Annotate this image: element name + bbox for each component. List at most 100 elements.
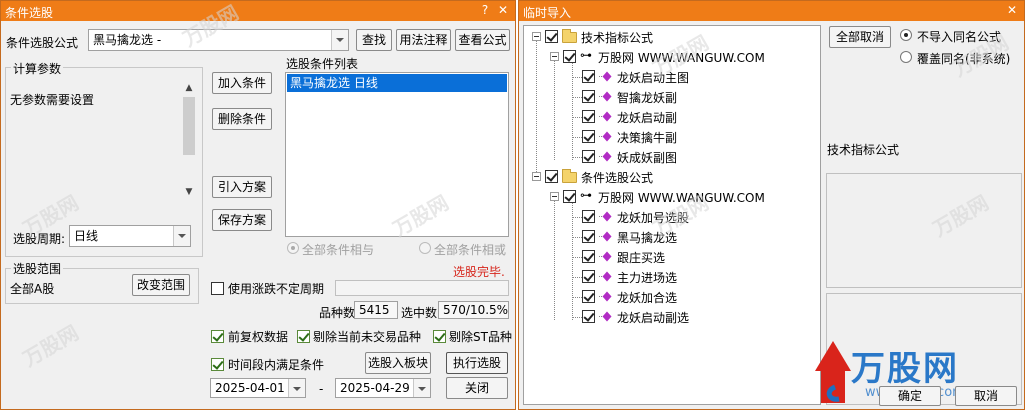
date-from-chevron-icon[interactable] bbox=[288, 379, 305, 397]
tree-item-checkbox[interactable] bbox=[582, 230, 595, 243]
help-icon[interactable]: ? bbox=[477, 3, 493, 18]
tree-item-label: 跟庄买选 bbox=[617, 251, 666, 265]
add-condition-button[interactable]: 加入条件 bbox=[212, 72, 272, 94]
formula-diamond-icon bbox=[599, 91, 612, 102]
execute-select-button[interactable]: 执行选股 bbox=[446, 352, 508, 374]
left-title-bar: 条件选股 ? ✕ bbox=[1, 1, 515, 21]
usage-button[interactable]: 用法注释 bbox=[396, 29, 451, 51]
tree-item-label: 龙妖启动副选 bbox=[617, 311, 690, 325]
ok-button[interactable]: 确定 bbox=[879, 386, 941, 406]
logo-text: 万股网 bbox=[851, 349, 959, 389]
key-icon: ⊶ bbox=[580, 188, 592, 202]
no-import-radio[interactable] bbox=[900, 29, 912, 41]
remove-st-checkbox[interactable] bbox=[433, 330, 446, 343]
tree-line bbox=[572, 297, 582, 298]
expand-toggle-icon[interactable] bbox=[532, 32, 541, 41]
all-and-radio[interactable] bbox=[287, 242, 299, 254]
tree-item-checkbox[interactable] bbox=[582, 90, 595, 103]
right-close-icon[interactable]: ✕ bbox=[1004, 3, 1020, 18]
tree-line bbox=[572, 97, 582, 98]
condition-select-window: 条件选股 ? ✕ 条件选股公式 黑马擒龙选 - 查找 用法注释 查看公式 计算参… bbox=[0, 0, 516, 410]
condition-list-item[interactable]: 黑马擒龙选 日线 bbox=[287, 74, 507, 92]
remove-untraded-checkbox[interactable] bbox=[297, 330, 310, 343]
date-to-chevron-icon[interactable] bbox=[413, 379, 430, 397]
period-chevron-icon[interactable] bbox=[173, 226, 190, 246]
tree-item-checkbox[interactable] bbox=[582, 130, 595, 143]
save-plan-button[interactable]: 保存方案 bbox=[212, 209, 272, 231]
selected-value-text: 570/10.5% bbox=[443, 303, 509, 317]
tree-group-checkbox[interactable] bbox=[545, 30, 558, 43]
find-button[interactable]: 查找 bbox=[356, 29, 392, 51]
tree-item-checkbox[interactable] bbox=[582, 250, 595, 263]
tree-item-checkbox[interactable] bbox=[582, 290, 595, 303]
date-from-field[interactable]: 2025-04-01 bbox=[210, 378, 306, 398]
tree-line bbox=[572, 217, 582, 218]
tree-line bbox=[536, 40, 537, 180]
chevron-down-icon[interactable] bbox=[331, 30, 348, 50]
folder-icon bbox=[562, 169, 577, 183]
tree-line bbox=[572, 237, 582, 238]
use-indefinite-checkbox[interactable] bbox=[211, 282, 224, 295]
formula-diamond-icon bbox=[599, 311, 612, 322]
selected-label: 选中数 bbox=[401, 306, 438, 320]
delete-condition-button[interactable]: 删除条件 bbox=[212, 108, 272, 130]
tree-site-checkbox[interactable] bbox=[563, 190, 576, 203]
right-window-title: 临时导入 bbox=[523, 6, 572, 20]
period-select[interactable]: 日线 bbox=[69, 225, 191, 247]
tree-item-checkbox[interactable] bbox=[582, 210, 595, 223]
formula-value: 黑马擒龙选 - bbox=[93, 33, 162, 47]
condition-item-text: 黑马擒龙选 日线 bbox=[290, 76, 378, 90]
condition-list[interactable]: 黑马擒龙选 日线 bbox=[285, 72, 509, 237]
tree-group-checkbox[interactable] bbox=[545, 170, 558, 183]
tree-line bbox=[572, 277, 582, 278]
params-scrollbar[interactable]: ▲ ▼ bbox=[182, 81, 196, 199]
formula-tree[interactable]: 技术指标公式 ⊶ 万股网 WWW.WANGUW.COM 龙妖启动主图 智擒龙妖副龙… bbox=[523, 25, 821, 405]
prev-adjust-checkbox[interactable] bbox=[211, 330, 224, 343]
formula-select[interactable]: 黑马擒龙选 - bbox=[88, 29, 349, 51]
view-formula-button[interactable]: 查看公式 bbox=[455, 29, 510, 51]
all-or-radio[interactable] bbox=[419, 242, 431, 254]
info-panel-top bbox=[826, 173, 1022, 288]
tree-item-label: 妖成妖副图 bbox=[617, 151, 678, 165]
count-label: 品种数 bbox=[319, 306, 356, 320]
tree-item-label: 龙妖加合选 bbox=[617, 291, 678, 305]
expand-toggle-icon[interactable] bbox=[532, 172, 541, 181]
indefinite-period-field[interactable] bbox=[335, 280, 509, 296]
tree-site-label: 万股网 WWW.WANGUW.COM bbox=[598, 191, 765, 205]
tree-item-checkbox[interactable] bbox=[582, 270, 595, 283]
time-condition-label: 时间段内满足条件 bbox=[228, 358, 325, 372]
cancel-button[interactable]: 取消 bbox=[955, 386, 1017, 406]
no-params-text: 无参数需要设置 bbox=[10, 93, 95, 107]
tree-item-label: 决策擒牛副 bbox=[617, 131, 678, 145]
import-plan-button[interactable]: 引入方案 bbox=[212, 176, 272, 198]
formula-diamond-icon bbox=[599, 131, 612, 142]
overwrite-radio[interactable] bbox=[900, 51, 912, 63]
tree-group-label: 条件选股公式 bbox=[581, 171, 654, 185]
all-or-label: 全部条件相或 bbox=[434, 243, 507, 257]
condition-list-label: 选股条件列表 bbox=[286, 57, 359, 71]
expand-toggle-icon[interactable] bbox=[550, 192, 559, 201]
date-to-field[interactable]: 2025-04-29 bbox=[335, 378, 431, 398]
tree-line bbox=[554, 60, 555, 160]
scroll-down-icon[interactable]: ▼ bbox=[182, 185, 196, 199]
tree-item-label: 主力进场选 bbox=[617, 271, 678, 285]
range-legend: 选股范围 bbox=[11, 260, 64, 277]
to-block-button[interactable]: 选股入板块 bbox=[365, 352, 431, 374]
scroll-thumb[interactable] bbox=[183, 97, 195, 155]
tree-item-checkbox[interactable] bbox=[582, 70, 595, 83]
tree-item-checkbox[interactable] bbox=[582, 150, 595, 163]
close-icon[interactable]: ✕ bbox=[495, 3, 511, 18]
formula-diamond-icon bbox=[599, 111, 612, 122]
scroll-up-icon[interactable]: ▲ bbox=[182, 81, 196, 95]
tree-site-checkbox[interactable] bbox=[563, 50, 576, 63]
tree-item-checkbox[interactable] bbox=[582, 310, 595, 323]
change-range-button[interactable]: 改变范围 bbox=[132, 274, 190, 296]
close-button[interactable]: 关闭 bbox=[446, 377, 508, 399]
tree-item-checkbox[interactable] bbox=[582, 110, 595, 123]
tree-line bbox=[572, 200, 573, 320]
tree-group-label: 技术指标公式 bbox=[581, 31, 654, 45]
cancel-all-button[interactable]: 全部取消 bbox=[829, 26, 891, 48]
tree-line bbox=[572, 157, 582, 158]
expand-toggle-icon[interactable] bbox=[550, 52, 559, 61]
time-condition-checkbox[interactable] bbox=[211, 358, 224, 371]
